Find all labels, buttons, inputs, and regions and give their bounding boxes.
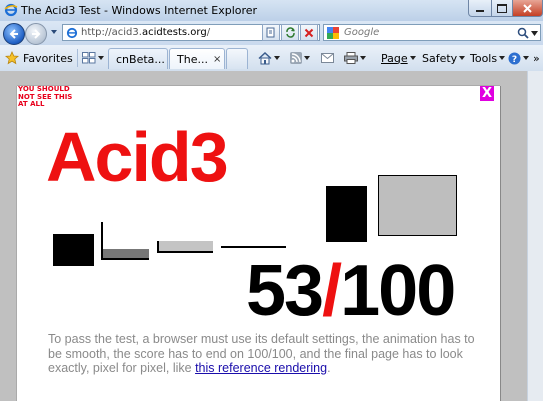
quick-tabs-button[interactable] (82, 50, 108, 66)
rss-feed-icon (290, 52, 302, 64)
search-field[interactable]: Google (323, 24, 541, 41)
instructions-paragraph: To pass the test, a browser must use its… (48, 332, 478, 376)
back-button[interactable] (3, 23, 25, 45)
back-arrow-icon (9, 29, 18, 39)
close-icon (523, 3, 532, 13)
favorites-label: Favorites (23, 51, 73, 65)
safety-menu[interactable]: Safety (422, 49, 466, 67)
vertical-scrollbar[interactable] (527, 71, 543, 401)
help-dropdown-icon (523, 56, 529, 60)
new-tab-button[interactable] (226, 48, 248, 69)
address-url: http://acid3.acidtests.org/ (81, 27, 210, 38)
favorites-star-icon (5, 51, 19, 65)
toolbar-overflow-chevron[interactable]: » (533, 49, 540, 67)
recent-pages-dropdown-icon[interactable] (50, 28, 58, 36)
page-menu-dropdown-icon (409, 56, 416, 60)
help-button[interactable]: ? (508, 49, 529, 67)
reference-rendering-link[interactable]: this reference rendering (195, 361, 327, 375)
close-x-button[interactable]: X (480, 86, 494, 101)
home-icon (258, 51, 272, 64)
window-title: The Acid3 Test - Windows Internet Explor… (21, 4, 258, 17)
minimize-icon (476, 10, 484, 12)
chevron-icon: » (533, 51, 540, 65)
favorites-button[interactable]: Favorites (5, 50, 73, 66)
acid3-heading-text: Acid3 (46, 122, 229, 190)
forward-arrow-icon (32, 29, 41, 39)
url-prefix: http://acid3. (81, 27, 142, 38)
google-logo-icon (327, 27, 339, 39)
print-dropdown-icon (360, 56, 366, 60)
tab-close-icon[interactable]: × (213, 54, 221, 65)
tools-menu-dropdown-icon (499, 56, 506, 60)
mail-icon (321, 53, 334, 63)
tab-cnbeta[interactable]: cnBeta... (108, 48, 168, 69)
tab-label: The... (177, 52, 208, 66)
search-placeholder: Google (344, 27, 380, 38)
maximize-icon (497, 3, 507, 13)
stop-button[interactable] (300, 24, 318, 41)
close-window-button[interactable] (512, 0, 543, 17)
ie-logo-icon (4, 3, 18, 17)
print-button[interactable] (344, 49, 366, 67)
test-bucket-2-fill (103, 249, 149, 258)
svg-text:?: ? (512, 55, 517, 65)
refresh-icon (285, 27, 295, 38)
url-domain: acidtests.org (141, 27, 207, 38)
compatibility-view-button[interactable] (262, 24, 280, 41)
search-icon[interactable] (517, 27, 529, 39)
page-menu-label: Page (381, 51, 408, 65)
search-options-dropdown-icon[interactable] (531, 30, 538, 37)
test-bucket-5 (326, 186, 367, 242)
tools-menu[interactable]: Tools (470, 49, 506, 67)
feeds-button[interactable] (290, 49, 310, 67)
read-mail-button[interactable] (321, 49, 334, 67)
printer-icon (344, 52, 358, 64)
test-bucket-4 (221, 246, 286, 248)
score-separator: / (322, 251, 342, 331)
test-bucket-6 (378, 175, 457, 236)
toolbar-divider (77, 49, 78, 67)
maximize-button[interactable] (491, 0, 513, 17)
tab-label: cnBeta... (116, 52, 165, 66)
stop-icon (304, 28, 314, 37)
refresh-button[interactable] (281, 24, 299, 41)
score-total: 100 (340, 251, 456, 331)
forward-button[interactable] (25, 23, 47, 45)
acid3-heading: Acid3 (46, 122, 246, 190)
url-suffix: / (206, 27, 211, 38)
safety-menu-dropdown-icon (459, 56, 466, 60)
instructions-end: . (327, 361, 331, 376)
score-value: 53 (246, 251, 324, 331)
test-bucket-3 (157, 241, 213, 253)
safety-menu-label: Safety (422, 51, 458, 65)
page-menu[interactable]: Page (381, 49, 416, 67)
home-dropdown-icon (274, 56, 280, 60)
favorites-tab-bar: Favorites cnBeta... The... × Page Safety… (0, 45, 543, 72)
warning-text: YOU SHOULD NOT SEE THIS AT ALL (18, 85, 73, 108)
quick-tabs-dropdown-icon (98, 56, 104, 60)
navigation-bar: http://acid3.acidtests.org/ Google (0, 21, 543, 45)
help-icon: ? (508, 52, 521, 65)
tools-menu-label: Tools (470, 51, 498, 65)
test-bucket-1 (53, 234, 94, 266)
feeds-dropdown-icon (304, 56, 310, 60)
test-bucket-2 (101, 222, 149, 260)
page-icon (66, 27, 78, 39)
home-button[interactable] (258, 49, 280, 67)
window-titlebar: The Acid3 Test - Windows Internet Explor… (0, 0, 543, 22)
score-display: 53/100 (246, 255, 456, 327)
quick-tabs-icon (82, 52, 96, 64)
minimize-button[interactable] (468, 0, 492, 17)
tab-acid3[interactable]: The... × (169, 48, 225, 69)
compatibility-icon (266, 27, 274, 38)
